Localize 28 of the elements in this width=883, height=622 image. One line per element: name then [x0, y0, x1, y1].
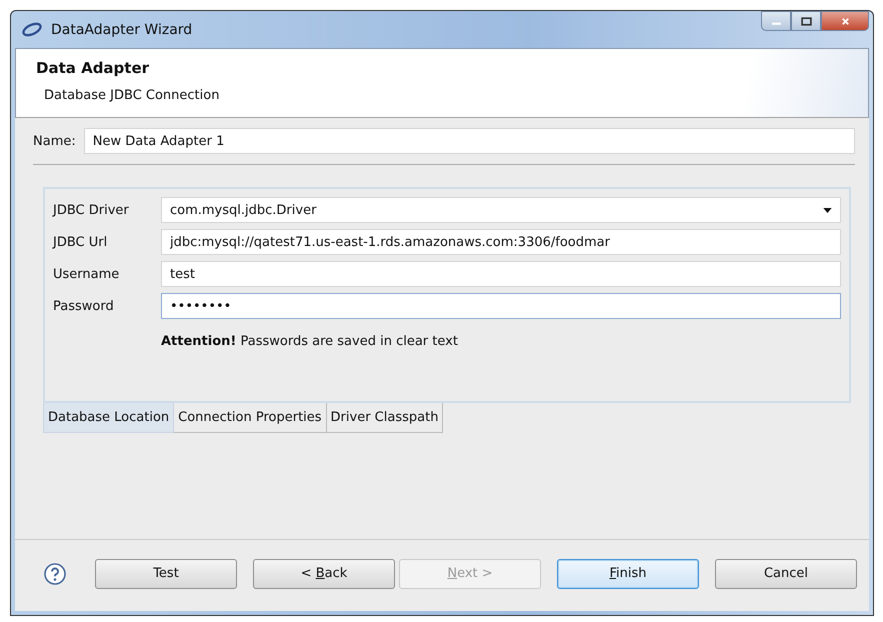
driver-dropdown[interactable]: com.mysql.jdbc.Driver	[161, 197, 841, 223]
caret-icon	[823, 208, 832, 212]
dialog-button[interactable]: Test	[95, 558, 237, 588]
tab[interactable]: Driver Classpath	[326, 403, 444, 433]
close-icon	[840, 16, 850, 26]
name-field[interactable]: New Data Adapter 1	[84, 128, 855, 154]
field-label: Username	[53, 266, 120, 282]
input-field[interactable]: ••••••••	[161, 293, 841, 319]
tab[interactable]: Database Location	[43, 403, 174, 433]
maximize-icon	[800, 16, 812, 26]
field-label: JDBC Driver	[53, 202, 130, 218]
field-label: Password	[53, 298, 115, 314]
help-icon[interactable]	[43, 562, 67, 586]
field-label: Name:	[33, 134, 76, 148]
close-button[interactable]	[821, 11, 869, 31]
dialog-button[interactable]: < Back	[253, 558, 395, 588]
input-field[interactable]: test	[161, 261, 841, 287]
page-title: Data Adapter	[36, 59, 150, 77]
field-label: JDBC Url	[53, 234, 108, 250]
window-title: DataAdapter Wizard	[51, 22, 192, 38]
dialog-button[interactable]: Finish	[557, 558, 699, 588]
app-icon	[21, 22, 43, 37]
page-subtitle: Database JDBC Connection	[44, 88, 220, 103]
dialog-button[interactable]: Cancel	[715, 558, 857, 588]
notice-text: Attention! Passwords are saved in clear text	[161, 334, 459, 349]
maximize-button[interactable]	[791, 11, 821, 31]
input-field[interactable]: jdbc:mysql://qatest71.us-east-1.rds.amazonaws.com:3306/foodmar	[161, 229, 841, 255]
tab[interactable]: Connection Properties	[174, 403, 327, 433]
